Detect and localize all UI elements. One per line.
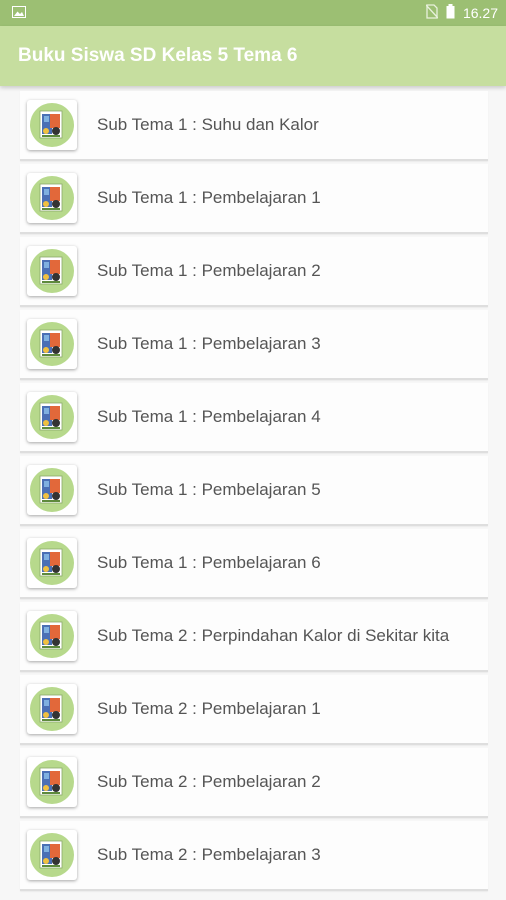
list-item-label: Sub Tema 1 : Pembelajaran 1 xyxy=(97,188,321,207)
list-item[interactable]: Sub Tema 1 : Suhu dan Kalor xyxy=(20,91,488,161)
status-bar: 16.27 xyxy=(0,0,506,26)
book-cover-icon xyxy=(27,538,77,588)
chapter-list: Sub Tema 1 : Suhu dan Kalor Sub Tema 1 :… xyxy=(20,91,488,894)
book-cover-icon xyxy=(27,319,77,369)
list-item-label: Sub Tema 1 : Suhu dan Kalor xyxy=(97,115,319,134)
list-item-label: Sub Tema 1 : Pembelajaran 4 xyxy=(97,407,321,426)
app-bar: Buku Siswa SD Kelas 5 Tema 6 xyxy=(0,26,506,86)
book-cover-icon xyxy=(27,757,77,807)
list-item-label: Sub Tema 2 : Pembelajaran 3 xyxy=(97,845,321,864)
clock: 16.27 xyxy=(462,5,498,21)
list-item[interactable]: Sub Tema 1 : Pembelajaran 6 xyxy=(20,529,488,599)
image-icon xyxy=(12,5,26,21)
list-item[interactable]: Sub Tema 1 : Pembelajaran 4 xyxy=(20,383,488,453)
list-item[interactable]: Sub Tema 2 : Perpindahan Kalor di Sekita… xyxy=(20,602,488,672)
book-cover-icon xyxy=(27,100,77,150)
list-item-label: Sub Tema 2 : Pembelajaran 2 xyxy=(97,772,321,791)
list-item-label: Sub Tema 2 : Perpindahan Kalor di Sekita… xyxy=(97,626,450,645)
page-title: Buku Siswa SD Kelas 5 Tema 6 xyxy=(18,45,298,66)
list-item[interactable]: Sub Tema 2 : Pembelajaran 1 xyxy=(20,675,488,745)
list-item[interactable]: Sub Tema 1 : Pembelajaran 5 xyxy=(20,456,488,526)
book-cover-icon xyxy=(27,611,77,661)
list-item[interactable]: Sub Tema 2 : Pembelajaran 2 xyxy=(20,748,488,818)
book-cover-icon xyxy=(27,830,77,880)
list-item-label: Sub Tema 1 : Pembelajaran 3 xyxy=(97,334,321,353)
no-sim-icon xyxy=(425,4,439,22)
book-cover-icon xyxy=(27,392,77,442)
list-item-label: Sub Tema 2 : Pembelajaran 1 xyxy=(97,699,321,718)
battery-icon xyxy=(446,4,455,22)
status-right: 16.27 xyxy=(425,4,498,22)
list-item-label: Sub Tema 1 : Pembelajaran 5 xyxy=(97,480,321,499)
list-item[interactable]: Sub Tema 2 : Pembelajaran 3 xyxy=(20,821,488,891)
book-cover-icon xyxy=(27,173,77,223)
list-item-label: Sub Tema 1 : Pembelajaran 6 xyxy=(97,553,321,572)
book-cover-icon xyxy=(27,684,77,734)
list-item[interactable]: Sub Tema 1 : Pembelajaran 2 xyxy=(20,237,488,307)
book-cover-icon xyxy=(27,246,77,296)
list-item[interactable]: Sub Tema 1 : Pembelajaran 3 xyxy=(20,310,488,380)
list-item-label: Sub Tema 1 : Pembelajaran 2 xyxy=(97,261,321,280)
book-cover-icon xyxy=(27,465,77,515)
list-item[interactable]: Sub Tema 1 : Pembelajaran 1 xyxy=(20,164,488,234)
